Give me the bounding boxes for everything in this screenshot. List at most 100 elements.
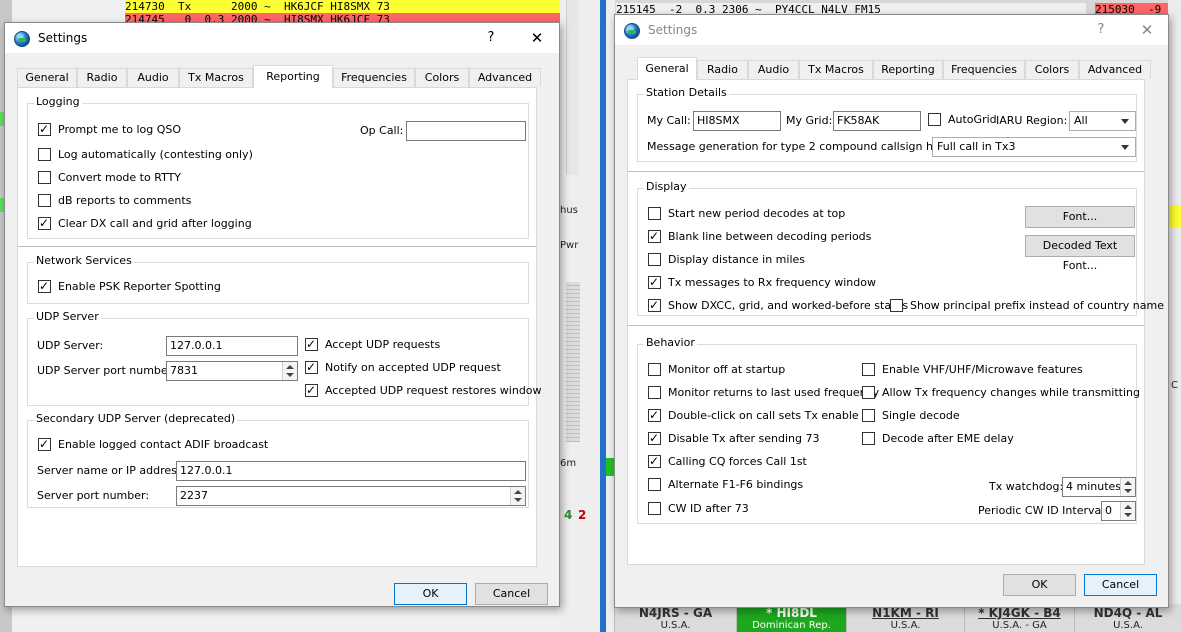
show-dxcc-checkbox[interactable]: Show DXCC, grid, and worked-before statu… [648,298,908,314]
dialog-titlebar[interactable]: Settings ? ✕ [5,23,559,53]
tab-frequencies[interactable]: Frequencies [943,60,1025,79]
disable-tx-checkbox[interactable]: Disable Tx after sending 73 [648,431,858,447]
prompt-log-qso-checkbox[interactable]: Prompt me to log QSO [38,122,238,138]
band-tab[interactable]: ND4Q - AL U.S.A. [1074,604,1181,632]
side-label: hus [560,205,578,216]
font-button[interactable]: Font... [1025,206,1135,228]
band-tab[interactable]: N4JRS - GA U.S.A. [614,604,736,632]
close-icon[interactable]: ✕ [1139,15,1155,45]
settings-dialog-general: Settings ? ✕ General Radio Audio Tx Macr… [614,14,1169,608]
ok-button[interactable]: OK [394,583,467,605]
tx-watchdog-spinbox[interactable]: 4 minutes [1062,477,1136,497]
tx-watchdog-label: Tx watchdog: [989,480,1064,493]
op-call-input[interactable] [406,121,526,141]
cancel-button[interactable]: Cancel [475,583,548,605]
band-tab[interactable]: * KJ4GK - B4 U.S.A. - GA [964,604,1074,632]
notify-udp-checkbox[interactable]: Notify on accepted UDP request [305,360,515,376]
network-group-title: Network Services [34,254,134,267]
calling-cq-checkbox[interactable]: Calling CQ forces Call 1st [648,454,858,470]
msg-gen-select[interactable]: Full call in Tx3 [932,137,1136,157]
close-icon[interactable]: ✕ [529,23,545,53]
decode-eme-checkbox[interactable]: Decode after EME delay [862,431,1062,447]
side-label: 6m [560,458,577,469]
monitor-returns-checkbox[interactable]: Monitor returns to last used frequency [648,385,879,401]
tab-colors[interactable]: Colors [1025,60,1079,79]
settings-dialog-reporting: Settings ? ✕ General Radio Audio Tx Macr… [4,22,560,607]
tx-to-rx-checkbox[interactable]: Tx messages to Rx frequency window [648,275,888,291]
udp-server-input[interactable]: 127.0.0.1 [166,336,298,356]
secondary-server-input[interactable]: 127.0.0.1 [176,461,526,481]
separator [628,171,1144,172]
distance-miles-checkbox[interactable]: Display distance in miles [648,252,888,268]
band-tab-active[interactable]: * HI8DL Dominican Rep. [736,604,846,632]
logging-group: Logging Prompt me to log QSO Log automat… [27,95,529,239]
accept-udp-checkbox[interactable]: Accept UDP requests [305,337,505,353]
tab-general[interactable]: General [637,57,697,80]
convert-rtty-checkbox[interactable]: Convert mode to RTTY [38,170,238,186]
psk-reporter-checkbox[interactable]: Enable PSK Reporter Spotting [38,279,288,295]
side-count: 2 [578,508,587,522]
secondary-port-label: Server port number: [37,489,150,502]
tab-radio[interactable]: Radio [697,60,748,79]
monitor-off-checkbox[interactable]: Monitor off at startup [648,362,848,378]
start-new-period-checkbox[interactable]: Start new period decodes at top [648,206,888,222]
tab-tx-macros[interactable]: Tx Macros [179,68,253,87]
app-globe-icon [624,23,640,39]
log-automatically-checkbox[interactable]: Log automatically (contesting only) [38,147,288,163]
general-panel: Station Details My Call: HI8SMX My Grid:… [627,79,1164,565]
vhf-features-checkbox[interactable]: Enable VHF/UHF/Microwave features [862,362,1092,378]
tab-reporting[interactable]: Reporting [253,65,333,88]
my-call-label: My Call: [647,114,691,127]
udp-port-spinbox[interactable]: 7831 [166,361,298,381]
secondary-port-spinbox[interactable]: 2237 [176,486,526,506]
ok-button[interactable]: OK [1003,574,1076,596]
tab-radio[interactable]: Radio [77,68,127,87]
behavior-group-title: Behavior [644,336,697,349]
background-scrollbar[interactable] [566,0,578,175]
udp-group-title: UDP Server [34,310,101,323]
tab-colors[interactable]: Colors [415,68,469,87]
principal-prefix-checkbox[interactable]: Show principal prefix instead of country… [890,298,1164,314]
chevron-down-icon [1121,145,1129,150]
tab-audio[interactable]: Audio [127,68,179,87]
iaru-region-select[interactable]: All [1069,111,1136,131]
my-call-input[interactable]: HI8SMX [693,111,781,131]
help-icon[interactable]: ? [1093,15,1109,45]
help-icon[interactable]: ? [483,23,499,53]
reporting-panel: Logging Prompt me to log QSO Log automat… [17,87,542,567]
logging-group-title: Logging [34,95,82,108]
alternate-f1-checkbox[interactable]: Alternate F1-F6 bindings [648,477,858,493]
app-globe-icon [14,31,30,47]
iaru-region-label: IARU Region: [996,114,1068,127]
decoded-text-font-button[interactable]: Decoded Text Font... [1025,235,1135,272]
tab-audio[interactable]: Audio [748,60,799,79]
cw-id-checkbox[interactable]: CW ID after 73 [648,501,858,517]
tab-reporting[interactable]: Reporting [873,60,943,79]
secondary-server-label: Server name or IP address: [37,464,187,477]
autogrid-checkbox[interactable]: AutoGrid [928,112,998,128]
my-grid-input[interactable]: FK58AK [833,111,921,131]
restores-window-checkbox[interactable]: Accepted UDP request restores window [305,383,542,399]
tab-advanced[interactable]: Advanced [1079,60,1151,79]
side-count: 4 [564,508,573,522]
tab-frequencies[interactable]: Frequencies [333,68,415,87]
secondary-udp-group: Secondary UDP Server (deprecated) Enable… [27,412,529,508]
blank-line-checkbox[interactable]: Blank line between decoding periods [648,229,888,245]
behavior-group: Behavior Monitor off at startup Monitor … [637,336,1140,524]
msg-gen-label: Message generation for type 2 compound c… [647,140,971,153]
db-reports-checkbox[interactable]: dB reports to comments [38,193,238,209]
double-click-checkbox[interactable]: Double-click on call sets Tx enable [648,408,859,424]
tab-general[interactable]: General [17,68,77,87]
tab-tx-macros[interactable]: Tx Macros [799,60,873,79]
dialog-titlebar[interactable]: Settings ? ✕ [615,15,1168,45]
tab-advanced[interactable]: Advanced [469,68,541,87]
band-tab[interactable]: N1KM - RI U.S.A. [846,604,964,632]
cancel-button[interactable]: Cancel [1084,574,1157,596]
clear-dx-checkbox[interactable]: Clear DX call and grid after logging [38,216,288,232]
network-services-group: Network Services Enable PSK Reporter Spo… [27,254,529,304]
display-group: Display Start new period decodes at top … [637,180,1164,316]
allow-tx-change-checkbox[interactable]: Allow Tx frequency changes while transmi… [862,385,1140,401]
adif-broadcast-checkbox[interactable]: Enable logged contact ADIF broadcast [38,437,288,453]
cw-interval-spinbox[interactable]: 0 [1101,501,1136,521]
single-decode-checkbox[interactable]: Single decode [862,408,1062,424]
